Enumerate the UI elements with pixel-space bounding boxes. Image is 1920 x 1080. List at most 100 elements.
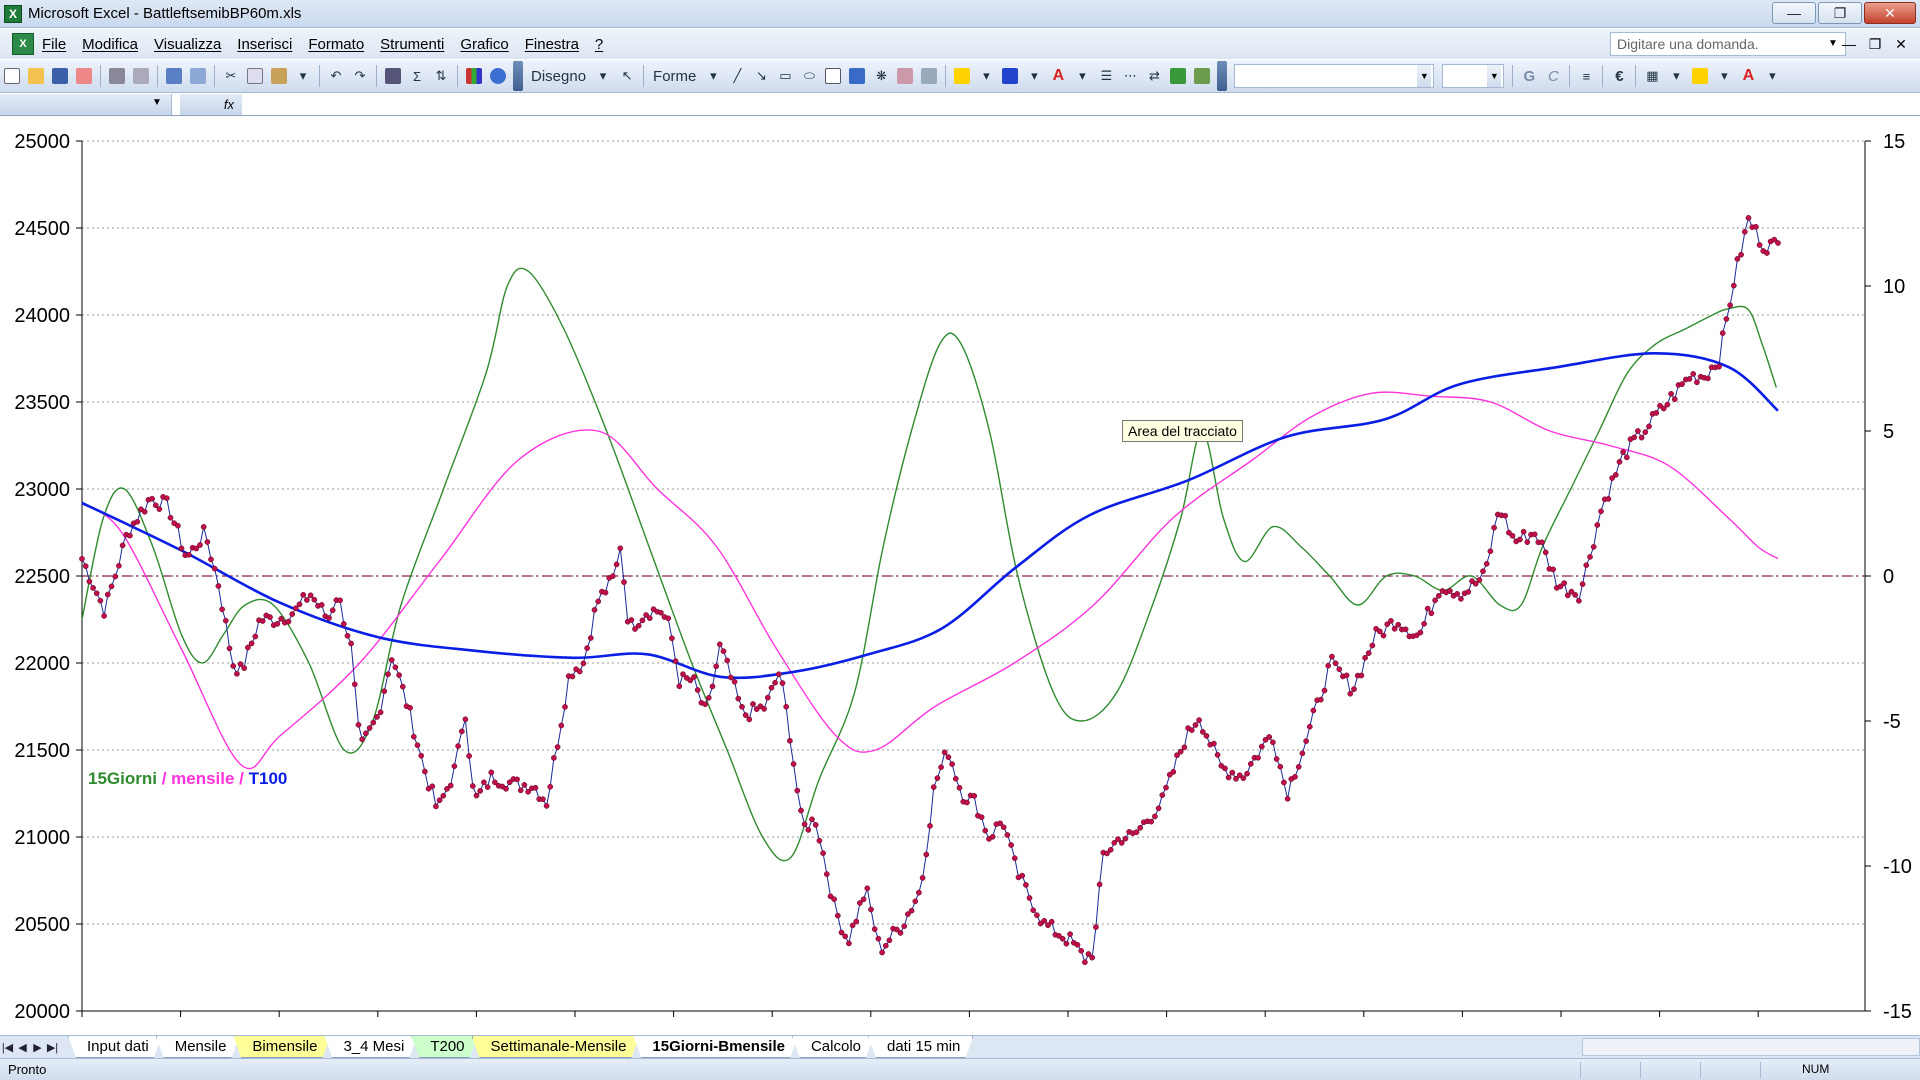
drawing-menu-button[interactable]: Disegno	[527, 64, 590, 88]
print-preview-icon[interactable]	[130, 64, 152, 88]
font-color-icon[interactable]: A	[1047, 64, 1069, 88]
open-icon[interactable]	[25, 64, 47, 88]
menu-inserisci[interactable]: Inserisci	[237, 36, 292, 53]
copy-icon[interactable]	[244, 64, 266, 88]
menu-formato[interactable]: Formato	[308, 36, 364, 53]
toolbar-grip[interactable]	[513, 61, 523, 91]
menu-finestra[interactable]: Finestra	[525, 36, 579, 53]
price-marker	[1332, 660, 1339, 667]
shadow-icon[interactable]	[1167, 64, 1189, 88]
autoshapes-menu-button[interactable]: Forme	[649, 64, 700, 88]
chart-area[interactable]: 25000 24500 24000 23500 23000 22500 22000 21500…	[0, 117, 1920, 1035]
dash-style-icon[interactable]: ⋯	[1119, 64, 1141, 88]
redo-icon[interactable]: ↷	[349, 64, 371, 88]
fill-color-icon[interactable]	[1689, 64, 1711, 88]
menu-modifica[interactable]: Modifica	[82, 36, 138, 53]
font-name-select[interactable]: ▼	[1234, 64, 1435, 88]
price-marker	[1137, 824, 1144, 831]
price-marker	[1502, 512, 1509, 519]
price-marker	[694, 687, 701, 693]
tab-input-dati[interactable]: Input dati	[68, 1036, 162, 1058]
sort-icon[interactable]: ⇅	[430, 64, 452, 88]
font-color-icon[interactable]: A	[1737, 64, 1759, 88]
price-marker	[1281, 779, 1287, 786]
help-icon[interactable]	[487, 64, 509, 88]
next-sheet-icon[interactable]: ▶	[30, 1041, 45, 1054]
tab-3-4-mesi[interactable]: 3_4 Mesi	[324, 1036, 417, 1058]
italic-button[interactable]: C	[1542, 64, 1564, 88]
close-button[interactable]: ✕	[1864, 2, 1916, 24]
euro-button[interactable]: €	[1608, 64, 1630, 88]
ask-question-input[interactable]: Digitare una domanda.	[1610, 32, 1846, 56]
tab-15giorni-bmensile[interactable]: 15Giorni-Bmensile	[633, 1036, 798, 1058]
bold-button[interactable]: G	[1518, 64, 1540, 88]
menu-file[interactable]: File	[42, 36, 66, 53]
print-icon[interactable]	[106, 64, 128, 88]
tab-dati-15-min[interactable]: dati 15 min	[868, 1036, 973, 1058]
font-size-select[interactable]: ▼	[1442, 64, 1505, 88]
price-marker	[949, 761, 955, 767]
tab-bimensile[interactable]: Bimensile	[233, 1036, 330, 1058]
price-marker	[772, 679, 778, 686]
borders-icon[interactable]: ▦	[1641, 64, 1663, 88]
autosum-icon[interactable]: Σ	[406, 64, 428, 88]
prev-sheet-icon[interactable]: ◀	[15, 1041, 30, 1054]
price-marker	[259, 618, 266, 624]
price-marker	[787, 737, 793, 744]
clipart-icon[interactable]	[894, 64, 916, 88]
menu-help[interactable]: ?	[595, 36, 603, 53]
select-objects-icon[interactable]: ↖	[616, 64, 638, 88]
3d-icon[interactable]	[1191, 64, 1213, 88]
picture-icon[interactable]	[918, 64, 940, 88]
arrow-icon[interactable]: ↘	[750, 64, 772, 88]
diagram-icon[interactable]: ❋	[870, 64, 892, 88]
save-icon[interactable]	[49, 64, 71, 88]
arrow-style-icon[interactable]: ⇄	[1143, 64, 1165, 88]
toolbar-grip[interactable]	[1217, 61, 1228, 91]
workbook-minimize-button[interactable]: —	[1838, 34, 1860, 54]
tab-calcolo[interactable]: Calcolo	[792, 1036, 874, 1058]
menu-visualizza[interactable]: Visualizza	[154, 36, 221, 53]
chevron-down-icon[interactable]: ▾	[292, 64, 314, 88]
chart-plot[interactable]: 25000 24500 24000 23500 23000 22500 22000 21500…	[0, 117, 1920, 1035]
workbook-icon[interactable]: X	[12, 33, 34, 55]
wordart-icon[interactable]	[846, 64, 868, 88]
horizontal-scrollbar[interactable]	[1582, 1038, 1920, 1056]
menu-grafico[interactable]: Grafico	[460, 36, 508, 53]
line-style-icon[interactable]: ☰	[1095, 64, 1117, 88]
spelling-icon[interactable]	[163, 64, 185, 88]
tab-mensile[interactable]: Mensile	[156, 1036, 240, 1058]
tab-settimanale-mensile[interactable]: Settimanale-Mensile	[472, 1036, 640, 1058]
last-sheet-icon[interactable]: ▶|	[45, 1041, 60, 1054]
cut-icon[interactable]: ✂	[220, 64, 242, 88]
first-sheet-icon[interactable]: |◀	[0, 1041, 15, 1054]
permission-icon[interactable]	[73, 64, 95, 88]
tab-t200[interactable]: T200	[411, 1036, 477, 1058]
minimize-button[interactable]: —	[1772, 2, 1816, 24]
rectangle-icon[interactable]: ▭	[774, 64, 796, 88]
line-color-icon[interactable]	[999, 64, 1021, 88]
price-marker	[816, 837, 823, 844]
workbook-restore-button[interactable]: ❐	[1864, 34, 1886, 54]
price-marker	[775, 671, 782, 678]
name-box[interactable]: ▼	[0, 94, 172, 115]
line-icon[interactable]: ╱	[726, 64, 748, 88]
price-marker	[1738, 251, 1744, 258]
insert-function-icon[interactable]: fx	[180, 94, 242, 115]
textbox-icon[interactable]	[822, 64, 844, 88]
chevron-down-icon[interactable]: ▼	[152, 97, 162, 108]
price-marker	[447, 782, 454, 789]
undo-icon[interactable]: ↶	[325, 64, 347, 88]
workbook-close-button[interactable]: ✕	[1890, 34, 1912, 54]
fill-color-icon[interactable]	[951, 64, 973, 88]
oval-icon[interactable]: ⬭	[798, 64, 820, 88]
hyperlink-icon[interactable]	[382, 64, 404, 88]
menu-strumenti[interactable]: Strumenti	[380, 36, 444, 53]
price-marker	[86, 578, 93, 585]
paste-icon[interactable]	[268, 64, 290, 88]
maximize-button[interactable]: ❐	[1818, 2, 1862, 24]
chart-wizard-icon[interactable]	[463, 64, 485, 88]
research-icon[interactable]	[187, 64, 209, 88]
align-icon[interactable]: ≡	[1575, 64, 1597, 88]
new-icon[interactable]	[1, 64, 23, 88]
